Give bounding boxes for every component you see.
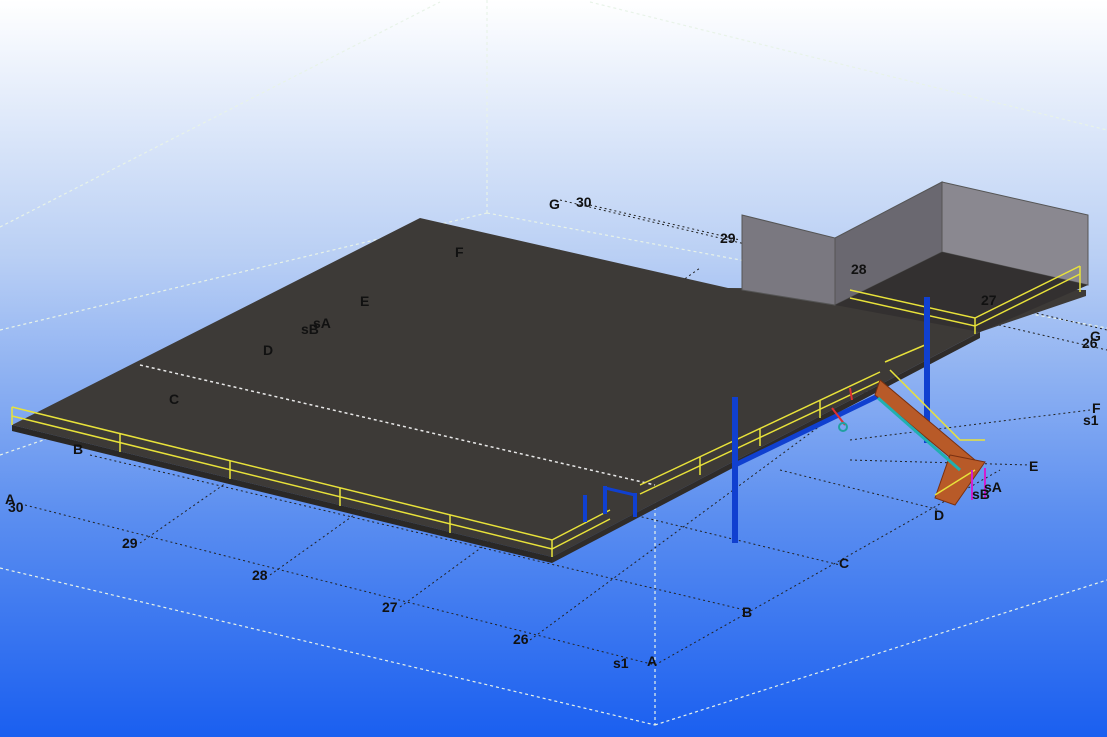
grid-label-d-top: D [263, 342, 273, 358]
grid-label-c-top: C [169, 391, 179, 407]
grid-label-g-right: G [1090, 328, 1101, 344]
grid-label-a-bottom: A [647, 653, 657, 669]
grid-label-sb-top: sB [301, 321, 319, 337]
model-viewport[interactable]: G 30 29 28 27 F E sA sB D C B A 30 29 28… [0, 0, 1107, 737]
grid-label-30-top: 30 [576, 194, 592, 210]
grid-label-28-top: 28 [851, 261, 867, 277]
grid-label-c-bottom: C [839, 555, 849, 571]
grid-label-27-top: 27 [981, 292, 997, 308]
grid-label-26-bottom: 26 [513, 631, 529, 647]
grid-label-s1-bottom: s1 [613, 655, 629, 671]
grid-label-s1-right: s1 [1083, 412, 1099, 428]
grid-label-e-top: E [360, 293, 369, 309]
grid-label-f-top: F [455, 244, 464, 260]
grid-label-30-left: 30 [8, 499, 24, 515]
grid-label-b-left: B [73, 441, 83, 457]
grid-label-d-right: D [934, 507, 944, 523]
grid-label-e-right: E [1029, 458, 1038, 474]
grid-label-28-bottom: 28 [252, 567, 268, 583]
grid-label-b-bottom: B [742, 604, 752, 620]
grid-label-g-top: G [549, 196, 560, 212]
grid-label-29-top: 29 [720, 230, 736, 246]
grid-label-29-bottom: 29 [122, 535, 138, 551]
3d-model-view[interactable]: G 30 29 28 27 F E sA sB D C B A 30 29 28… [0, 0, 1107, 737]
grid-label-27-bottom: 27 [382, 599, 398, 615]
grid-label-sa-right: sA [984, 479, 1002, 495]
